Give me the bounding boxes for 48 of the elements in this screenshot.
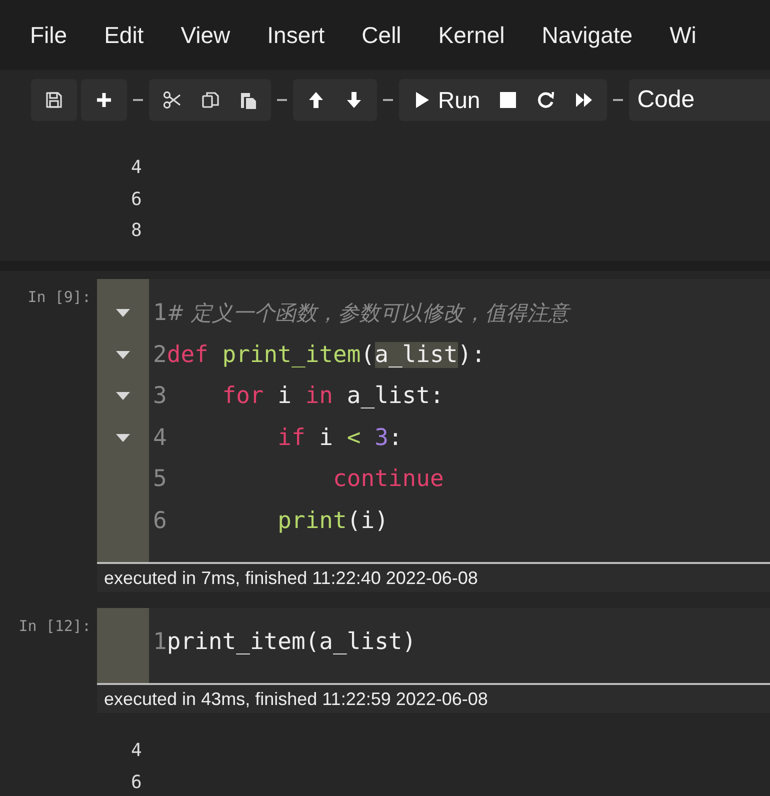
fast-forward-icon <box>574 90 594 110</box>
code-line: print_item(a_list) <box>166 629 416 656</box>
copy-icon <box>200 90 220 110</box>
line-number: 2 <box>153 342 167 368</box>
line-number: 4 <box>153 424 167 451</box>
code-line: # 定义一个函数，参数可以修改，值得注意 <box>166 300 570 328</box>
menu-item[interactable]: File <box>30 22 68 48</box>
fold-arrow-icon[interactable] <box>116 392 130 400</box>
scissors-icon <box>162 90 182 110</box>
code-line: if i < 3: <box>278 424 402 451</box>
menu-item[interactable]: Wi <box>670 22 696 48</box>
restart-icon <box>536 90 556 110</box>
fold-arrow-icon[interactable] <box>116 434 130 442</box>
output-text: 6 <box>131 188 142 212</box>
cell-type-dropdown[interactable]: Code <box>629 79 770 121</box>
output-text: 4 <box>131 156 142 180</box>
output-text: 4 <box>131 739 142 763</box>
plus-icon <box>94 90 114 110</box>
menu-item[interactable]: Kernel <box>438 22 505 48</box>
cell-prompt: In [12]: <box>18 616 92 636</box>
paste-icon <box>238 90 258 110</box>
output-text: 6 <box>131 770 142 794</box>
code-line: for i in a_list: <box>222 383 444 410</box>
line-number: 6 <box>153 508 167 534</box>
code-line: def print_item(a_list): <box>166 342 486 368</box>
menu-item[interactable]: View <box>180 22 230 48</box>
code-line: continue <box>333 466 444 492</box>
down-arrow-icon <box>344 90 364 110</box>
menu-item[interactable]: Edit <box>104 22 144 48</box>
code-editor[interactable]: 1# 定义一个函数，参数可以修改，值得注意 2def print_item(a_list): 3 for i in a_list: 4 if i < 3: 5 continue 6 print(i) <box>97 278 770 564</box>
fold-arrow-icon[interactable] <box>116 350 130 359</box>
execution-time-text: executed in 43ms, finished 11:22:59 2022-06-08 <box>97 685 770 713</box>
fold-arrow-icon[interactable] <box>116 309 130 318</box>
stop-icon <box>498 90 518 110</box>
line-number: 1 <box>153 629 167 656</box>
menu-item[interactable]: Cell <box>362 22 402 48</box>
code-line: print(i) <box>278 508 388 534</box>
line-number: 1 <box>153 300 167 326</box>
line-number: 3 <box>153 383 167 410</box>
output-text: 8 <box>131 219 142 243</box>
line-number: 5 <box>153 466 167 492</box>
save-icon <box>44 90 64 110</box>
up-arrow-icon <box>306 90 326 110</box>
menu-item[interactable]: Insert <box>267 22 325 48</box>
menu-item[interactable]: Navigate <box>542 22 633 48</box>
code-editor[interactable]: 1print_item(a_list) <box>97 608 770 685</box>
execution-time-text: executed in 7ms, finished 11:22:40 2022-06-08 <box>97 564 770 592</box>
cell-prompt: In [9]: <box>26 286 92 308</box>
